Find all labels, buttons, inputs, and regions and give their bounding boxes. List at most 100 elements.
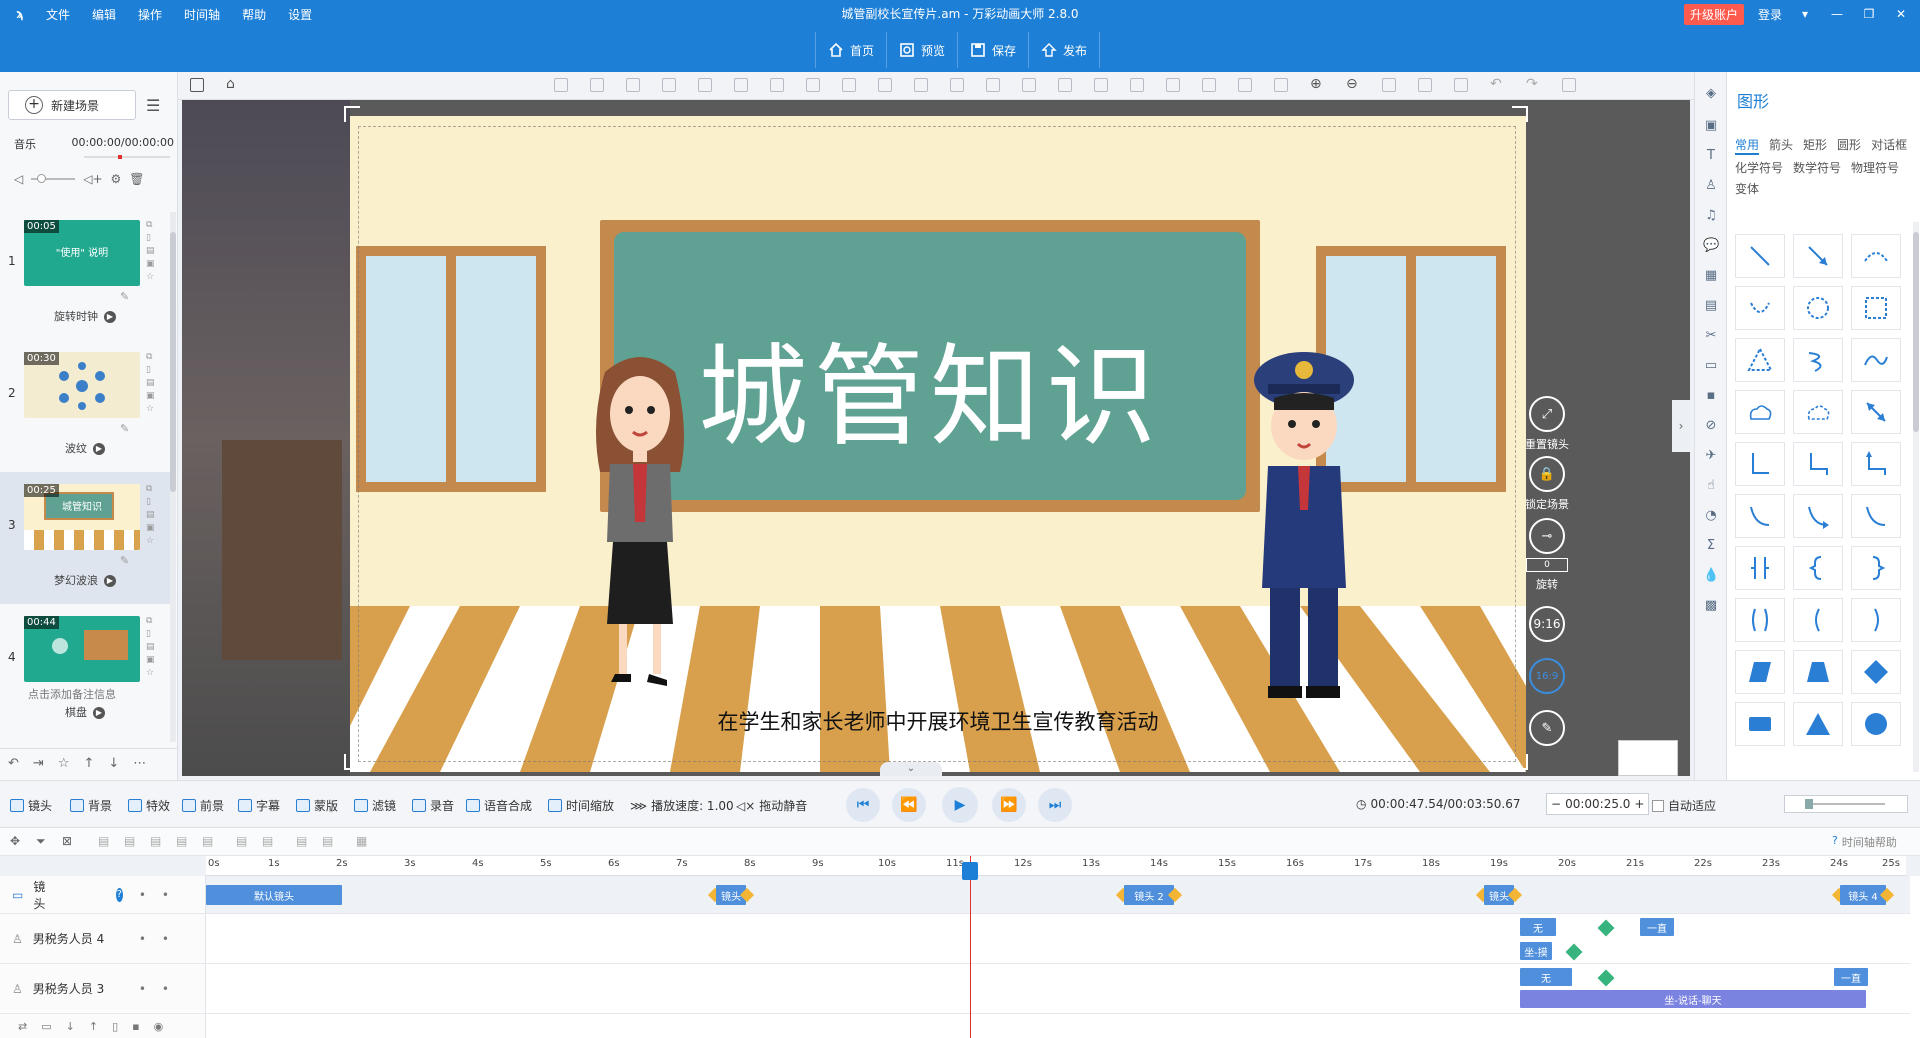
settings-icon[interactable]: ⚙ [111, 172, 122, 186]
down-icon[interactable]: ▣ [146, 655, 158, 665]
scene-item-2[interactable]: 2 00:30 ⧉ ▯ ▤ ▣ ☆ ✎ 波纹 ▶ [0, 340, 170, 472]
next-scene-button[interactable]: ⏭ [1038, 788, 1072, 822]
align-left-icon[interactable] [914, 78, 928, 92]
drop-category-icon[interactable]: 💧 [1703, 568, 1719, 584]
align-top-icon[interactable] [1022, 78, 1036, 92]
align-icon[interactable] [590, 78, 604, 92]
volume-down-icon[interactable]: ◁ [14, 172, 23, 186]
save-category-icon[interactable]: ▪ [1703, 388, 1719, 404]
align-icon[interactable]: ▤ [296, 834, 307, 848]
menu-file[interactable]: 文件 [46, 6, 70, 23]
diamond-shape[interactable] [1851, 650, 1901, 694]
curve-arrow-shape[interactable] [1735, 286, 1785, 330]
delete-icon[interactable]: ▯ [146, 629, 158, 639]
officer-character[interactable] [1242, 340, 1372, 720]
image-category-icon[interactable]: ▣ [1703, 118, 1719, 134]
tab-common[interactable]: 常用 [1735, 136, 1760, 155]
arc-shape[interactable] [1851, 234, 1901, 278]
keyframe-green-diamond[interactable] [1565, 943, 1583, 961]
upgrade-button[interactable]: 升级账户 [1683, 3, 1744, 25]
track-officer-4[interactable]: ♙ 男税务人员 4 •• 无 一直 坐-摸 [0, 914, 1910, 964]
tab-circle[interactable]: 圆形 [1837, 136, 1861, 155]
zoom-plus-icon[interactable]: + [1634, 797, 1644, 811]
menu-settings[interactable]: 设置 [288, 6, 312, 23]
rect-shape[interactable] [1851, 286, 1901, 330]
tool-category-icon[interactable]: ✂ [1703, 328, 1719, 344]
distribute-icon[interactable] [1202, 78, 1216, 92]
track-options[interactable]: •• [139, 932, 185, 946]
formula-category-icon[interactable]: Σ [1703, 538, 1719, 554]
align-icon[interactable] [626, 78, 640, 92]
action-clip-none[interactable]: 无 [1520, 918, 1556, 936]
menu-edit[interactable]: 编辑 [92, 6, 116, 23]
bubble-category-icon[interactable]: 💬 [1703, 238, 1719, 254]
elbow-line-shape[interactable] [1735, 442, 1785, 486]
mute-drag-toggle[interactable]: ◁× 拖动静音 [736, 797, 807, 814]
curve-double-shape[interactable] [1851, 494, 1901, 538]
music-progress[interactable] [84, 155, 170, 159]
copy-icon[interactable] [1418, 78, 1432, 92]
track-camera[interactable]: ▭ 镜头 ? •• 默认镜头 镜头 镜头 2 镜头 镜头 4 [0, 876, 1910, 914]
redo-icon[interactable]: ↷ [1526, 76, 1538, 92]
play-icon[interactable]: ▶ [93, 707, 105, 719]
left-bracket-shape[interactable] [1793, 598, 1843, 642]
favorite-icon[interactable]: ☆ [58, 756, 70, 771]
edit-icon[interactable]: ✎ [120, 554, 129, 567]
transition-label[interactable]: 波纹 ▶ [0, 440, 170, 456]
distribute-icon[interactable] [1238, 78, 1252, 92]
up-icon[interactable]: ▤ [146, 510, 158, 520]
step-back-button[interactable]: ⏪ [892, 788, 926, 822]
star-icon[interactable]: ☆ [146, 272, 158, 282]
lock-icon[interactable]: ▪ [132, 1020, 139, 1033]
keyframe-green-diamond[interactable] [1597, 969, 1615, 987]
line-shape[interactable] [1735, 234, 1785, 278]
tab-chemistry[interactable]: 化学符号 [1735, 159, 1783, 176]
triangle-shape[interactable] [1735, 338, 1785, 382]
tab-math[interactable]: 数学符号 [1793, 159, 1841, 176]
double-arrow-shape[interactable] [1851, 390, 1901, 434]
parallelogram-shape[interactable] [1735, 650, 1785, 694]
minimize-icon[interactable]: — [1828, 7, 1846, 21]
star-icon[interactable]: ☆ [146, 668, 158, 678]
up-icon[interactable]: ▤ [146, 378, 158, 388]
wave-shape[interactable] [1851, 338, 1901, 382]
delete-icon[interactable]: ▯ [146, 497, 158, 507]
menu-timeline[interactable]: 时间轴 [184, 6, 220, 23]
zoom-in-icon[interactable]: ⊕ [1310, 76, 1322, 92]
scene-item-1[interactable]: 1 "使用" 说明 00:05 ⧉ ▯ ▤ ▣ ☆ ✎ 旋转时钟 ▶ [0, 208, 170, 340]
prev-scene-button[interactable]: ⏮ [846, 788, 880, 822]
publish-button[interactable]: 发布 [1028, 32, 1101, 68]
text-category-icon[interactable]: T [1703, 148, 1719, 164]
effect-button[interactable]: 特效 [128, 797, 170, 814]
background-button[interactable]: 背景 [70, 797, 112, 814]
import-icon[interactable]: ⇥ [33, 756, 44, 771]
circle-shape[interactable] [1793, 286, 1843, 330]
lock-scene-control[interactable]: 🔒 锁定场景 [1502, 456, 1592, 512]
brace-shape[interactable] [1735, 546, 1785, 590]
stage-canvas[interactable]: 城管知识 在学生和家长老师中开展环境卫生宣传教育活动 [350, 116, 1526, 772]
rotate-icon[interactable]: ⊸ [1529, 518, 1565, 554]
doc-icon[interactable]: ▦ [356, 834, 367, 848]
restore-icon[interactable]: ❐ [1860, 7, 1878, 21]
align-icon[interactable]: ▤ [262, 834, 273, 848]
scene-note[interactable]: 点击添加备注信息 [28, 686, 116, 702]
lock-icon[interactable] [1382, 78, 1396, 92]
align-icon[interactable]: ▤ [176, 834, 187, 848]
collapse-panel-icon[interactable]: › [1672, 400, 1690, 452]
copy-icon[interactable]: ⧉ [146, 484, 158, 494]
action-clip-none-2[interactable]: 无 [1520, 968, 1572, 986]
align-icon[interactable]: ▤ [98, 834, 109, 848]
trash-icon[interactable] [842, 78, 856, 92]
align-icon[interactable] [662, 78, 676, 92]
reset-camera-icon[interactable]: ⤢ [1529, 396, 1565, 432]
action-clip-talk[interactable]: 坐-说话-聊天 [1520, 990, 1866, 1008]
edit-control[interactable]: ✎ [1502, 710, 1592, 750]
flip-icon[interactable] [698, 78, 712, 92]
distribute-icon[interactable] [1274, 78, 1288, 92]
new-scene-button[interactable]: + 新建场景 [8, 90, 136, 120]
chart-category-icon[interactable]: ◔ [1703, 508, 1719, 524]
align-right-icon[interactable] [986, 78, 1000, 92]
trapezoid-shape[interactable] [1793, 650, 1843, 694]
crop-icon[interactable] [806, 78, 820, 92]
role-category-icon[interactable]: ♙ [1703, 178, 1719, 194]
